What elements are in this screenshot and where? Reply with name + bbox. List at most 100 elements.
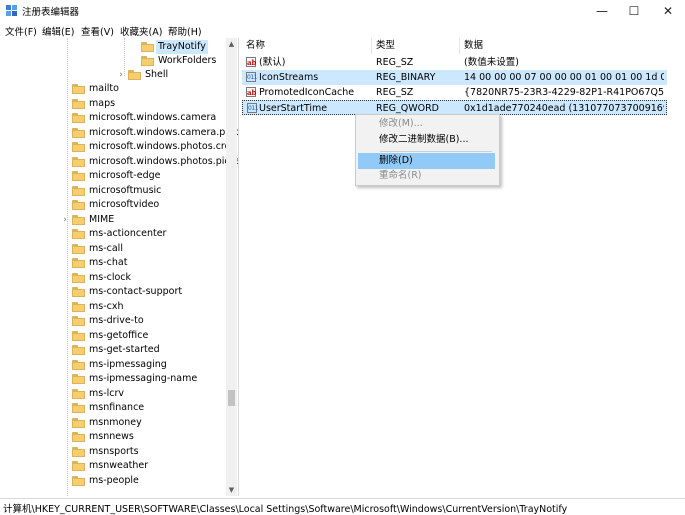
folder-icon	[72, 374, 85, 384]
string-value-icon: ab	[246, 57, 257, 67]
tree-node-label: microsoftvideo	[89, 199, 160, 210]
tree-node-label: maps	[89, 97, 116, 109]
folder-icon	[72, 330, 85, 341]
expand-arrow-icon[interactable]: ›	[61, 213, 69, 227]
string-value-icon: ab	[246, 87, 257, 97]
tree-node-label: ms-get-started	[89, 344, 160, 355]
context-menu-modify-binary[interactable]: 修改二进制数据(B)...	[356, 132, 497, 148]
value-name: IconStreams	[259, 72, 319, 83]
maximize-button[interactable]: ☐	[618, 0, 650, 22]
folder-icon	[72, 200, 85, 210]
value-row[interactable]: 011 UserStartTime REG_QWORD 0x1d1ade7702…	[242, 100, 667, 115]
title-bar: 注册表编辑器 — ☐ ✕	[0, 0, 685, 22]
value-name: PromotedIconCache	[259, 87, 355, 98]
context-menu-modify[interactable]: 修改(M)...	[356, 116, 497, 132]
value-data: 14 00 00 00 07 00 00 00 01 00 01 00 1d 0…	[464, 72, 664, 83]
tree-node-label: ms-chat	[89, 257, 128, 268]
folder-icon	[72, 156, 85, 167]
value-data: {7820NR75-23R3-4229-82P1-R41PO67Q5O9P	[464, 87, 664, 98]
value-name: (默认)	[259, 57, 286, 68]
value-name: UserStartTime	[259, 103, 328, 114]
tree-node-label: microsoft.windows.photos.crop	[89, 141, 237, 152]
folder-icon	[72, 84, 85, 94]
context-menu-delete[interactable]: 删除(D)	[358, 153, 495, 169]
menu-edit[interactable]: 编辑(E)	[42, 24, 74, 38]
window-title: 注册表编辑器	[22, 7, 80, 18]
tree-node-label: ms-lcrv	[89, 387, 125, 399]
folder-icon	[72, 446, 85, 457]
expand-arrow-icon[interactable]: ›	[117, 68, 125, 82]
menu-view[interactable]: 查看(V)	[81, 24, 114, 38]
tree-node-label: msnweather	[89, 460, 149, 471]
context-menu: 修改(M)... 修改二进制数据(B)... 删除(D) 重命名(R)	[355, 114, 500, 186]
tree-node-label: mailto	[89, 83, 119, 94]
tree-node-label: ms-ipmessaging	[89, 358, 167, 370]
tree-node-label: ms-call	[89, 242, 123, 254]
folder-icon	[72, 417, 85, 428]
folder-icon	[128, 70, 141, 80]
value-row[interactable]: ab (默认) REG_SZ (数值未设置)	[242, 55, 667, 70]
folder-icon	[141, 56, 154, 66]
tree-guide-line	[67, 38, 68, 496]
menu-separator	[380, 151, 492, 152]
folder-icon	[72, 316, 85, 326]
value-row[interactable]: 011 IconStreams REG_BINARY 14 00 00 00 0…	[242, 70, 667, 85]
folder-icon	[141, 42, 154, 52]
tree-node-label: ms-getoffice	[89, 329, 149, 341]
tree-node-label: microsoft.windows.camera	[89, 112, 217, 123]
value-data: (数值未设置)	[464, 57, 519, 68]
tree-node-label: Shell	[145, 69, 169, 80]
value-row[interactable]: ab PromotedIconCache REG_SZ {7820NR75-23…	[242, 85, 667, 100]
tree-node-label: ms-clock	[89, 271, 132, 283]
folder-icon	[72, 142, 85, 152]
tree-node-label: msnnews	[89, 431, 134, 442]
tree-node-label: ms-ipmessaging-name	[89, 373, 198, 384]
context-menu-rename[interactable]: 重命名(R)	[356, 168, 497, 184]
tree-node-label: ms-people	[89, 474, 139, 486]
menu-help[interactable]: 帮助(H)	[168, 24, 202, 38]
folder-icon	[72, 388, 85, 399]
folder-icon	[72, 359, 85, 370]
scroll-down-arrow-icon[interactable]: ▼	[226, 484, 237, 496]
tree-node-label: ms-actioncenter	[89, 228, 167, 239]
registry-editor-icon	[6, 5, 17, 16]
current-key-path: 计算机\HKEY_CURRENT_USER\SOFTWARE\Classes\L…	[3, 504, 568, 515]
tree-node-label: ms-contact-support	[89, 286, 183, 297]
binary-value-icon: 011	[247, 103, 258, 113]
tree-vertical-scrollbar[interactable]: ▲ ▼	[226, 38, 237, 496]
tree-node-label: microsoftmusic	[89, 184, 162, 196]
registry-value-list[interactable]: 名称 类型 数据 ab (默认) REG_SZ (数值未设置) 011 Icon…	[242, 38, 685, 496]
close-button[interactable]: ✕	[652, 0, 684, 22]
tree-node-label: microsoft.windows.camera.picke	[89, 126, 239, 138]
folder-icon	[72, 403, 85, 413]
minimize-button[interactable]: —	[586, 0, 618, 22]
folder-icon	[72, 98, 85, 109]
status-bar: 计算机\HKEY_CURRENT_USER\SOFTWARE\Classes\L…	[0, 498, 685, 515]
menu-favorites[interactable]: 收藏夹(A)	[120, 24, 162, 38]
column-header-type[interactable]: 类型	[372, 38, 460, 54]
tree-node-label: microsoft.windows.photos.picker	[89, 155, 239, 167]
tree-node-label: msnfinance	[89, 402, 145, 413]
scroll-up-arrow-icon[interactable]: ▲	[226, 38, 237, 50]
tree-node-label: WorkFolders	[158, 55, 217, 66]
folder-icon	[72, 272, 85, 283]
tree-node-label: TrayNotify	[156, 40, 208, 54]
menu-bar: 文件(F) 编辑(E) 查看(V) 收藏夹(A) 帮助(H)	[0, 22, 685, 38]
registry-key-tree[interactable]: TrayNotify WorkFolders › Shell mailto map…	[0, 38, 239, 496]
folder-icon	[72, 287, 85, 297]
menu-file[interactable]: 文件(F)	[5, 24, 37, 38]
binary-value-icon: 011	[246, 72, 257, 82]
folder-icon	[72, 243, 85, 254]
column-header-name[interactable]: 名称	[242, 38, 372, 54]
column-header-data[interactable]: 数据	[460, 38, 685, 54]
tree-node-label: ms-drive-to	[89, 315, 144, 326]
value-type: REG_BINARY	[376, 72, 436, 83]
folder-icon	[72, 258, 85, 268]
folder-icon	[72, 113, 85, 123]
folder-icon	[72, 229, 85, 239]
folder-icon	[72, 214, 85, 225]
folder-icon	[72, 461, 85, 471]
scrollbar-thumb[interactable]	[228, 390, 235, 406]
tree-node-label: MIME	[89, 213, 115, 225]
value-type: REG_SZ	[376, 57, 414, 68]
